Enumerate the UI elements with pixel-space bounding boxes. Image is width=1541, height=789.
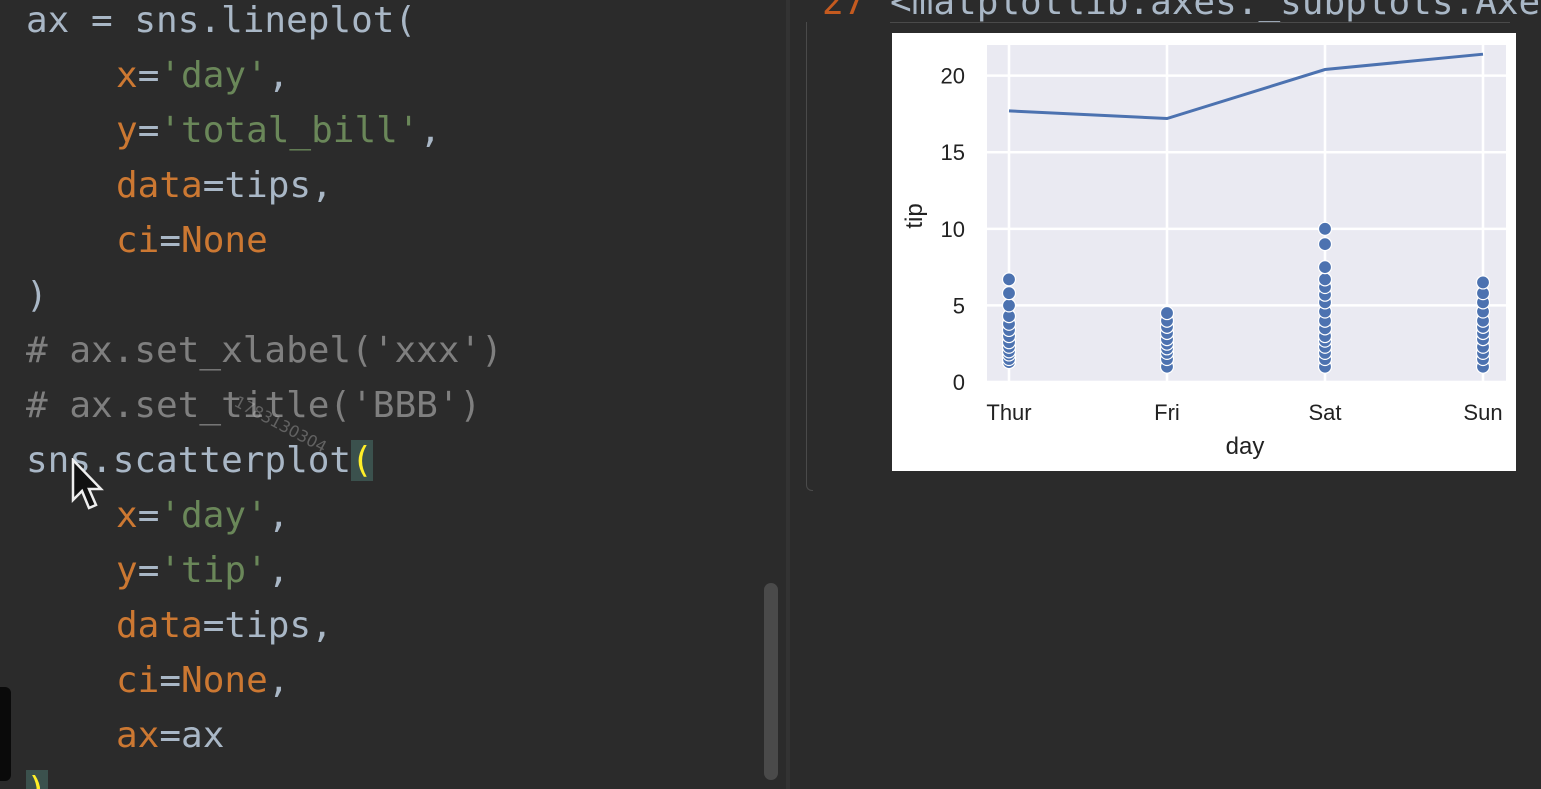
code-token: =tips, [202,165,333,206]
code-token: 'day' [159,495,268,536]
code-token: 'total_bill' [159,110,420,151]
code-token: ) [26,275,48,316]
code-token: ( [351,440,373,481]
x-tick-label: Thur [986,400,1031,425]
code-token: ax = sns.lineplot( [26,0,417,41]
code-line[interactable]: ax=ax [26,708,224,763]
output-repr-text: <matplotlib.axes._subplots.AxesS [890,0,1541,23]
code-line[interactable]: ) [26,763,48,789]
scatter-point [1317,260,1333,275]
scatter-point [1001,286,1017,301]
code-token: data [116,165,203,206]
code-token: 'day' [159,55,268,96]
code-token: = [137,55,160,96]
x-axis-label: day [1226,433,1265,460]
y-tick-label: 5 [953,293,965,318]
code-line[interactable]: ci=None [26,213,268,268]
code-line[interactable]: data=tips, [26,598,333,653]
plot-background [987,45,1506,382]
code-token: , [267,55,290,96]
code-line[interactable]: ) [26,268,48,323]
code-token: ) [26,770,48,789]
code-token: ci [116,660,160,701]
x-tick-label: Fri [1154,400,1180,425]
code-token: = [159,220,182,261]
code-token: None [181,220,268,261]
y-tick-label: 20 [941,64,965,89]
code-token: =tips, [202,605,333,646]
scatter-point [1475,275,1491,290]
chart-svg: 0 5 10 15 20 Thur Fri Sat Sun day tip [901,45,1506,460]
code-token: x [116,495,138,536]
x-tick-label: Sun [1463,400,1502,425]
code-token: ax [116,715,160,756]
y-tick-label: 10 [941,217,965,242]
mouse-cursor-icon [71,458,104,510]
scatter-point [1317,272,1333,287]
y-tick-label: 0 [953,370,965,395]
code-token: , [267,495,290,536]
scatter-point [1159,305,1175,321]
code-token: y [116,550,138,591]
scatter-point [1001,272,1017,287]
scatter-point [1317,221,1333,236]
scatter-point [1001,298,1017,313]
code-line[interactable]: y='tip', [26,543,289,598]
side-panel-handle[interactable] [0,687,11,781]
code-token: ci [116,220,160,261]
code-token: # ax.set_xlabel('xxx') [26,330,503,371]
code-token: None [181,660,268,701]
y-tick-label: 15 [941,140,965,165]
code-line[interactable]: # ax.set_xlabel('xxx') [26,323,503,378]
code-line[interactable]: x='day', [26,488,289,543]
scatter-point [1317,237,1333,252]
y-axis-label: tip [901,203,928,228]
code-line[interactable]: ax = sns.lineplot( [26,0,416,48]
editor-scrollbar[interactable] [764,583,778,780]
code-token: , [267,660,290,701]
output-cell-bracket[interactable] [806,22,813,491]
code-token: x [116,55,138,96]
code-token: , [267,550,290,591]
code-token: = [137,550,160,591]
code-token: , [419,110,442,151]
code-token: y [116,110,138,151]
output-prompt-number: 27 [822,0,866,23]
code-line[interactable]: ci=None, [26,653,289,708]
code-token: =ax [159,715,225,756]
output-separator [890,22,1510,23]
code-line[interactable]: y='total_bill', [26,103,441,158]
code-token: data [116,605,203,646]
code-token: = [159,660,182,701]
code-token: = [137,495,160,536]
plot-image: 0 5 10 15 20 Thur Fri Sat Sun day tip [892,33,1516,471]
code-token: = [137,110,160,151]
code-token: 'tip' [159,550,268,591]
code-line[interactable]: data=tips, [26,158,333,213]
x-tick-label: Sat [1308,400,1341,425]
code-editor[interactable]: ax = sns.lineplot(x='day', y='total_bill'… [0,0,786,789]
code-line[interactable]: x='day', [26,48,289,103]
